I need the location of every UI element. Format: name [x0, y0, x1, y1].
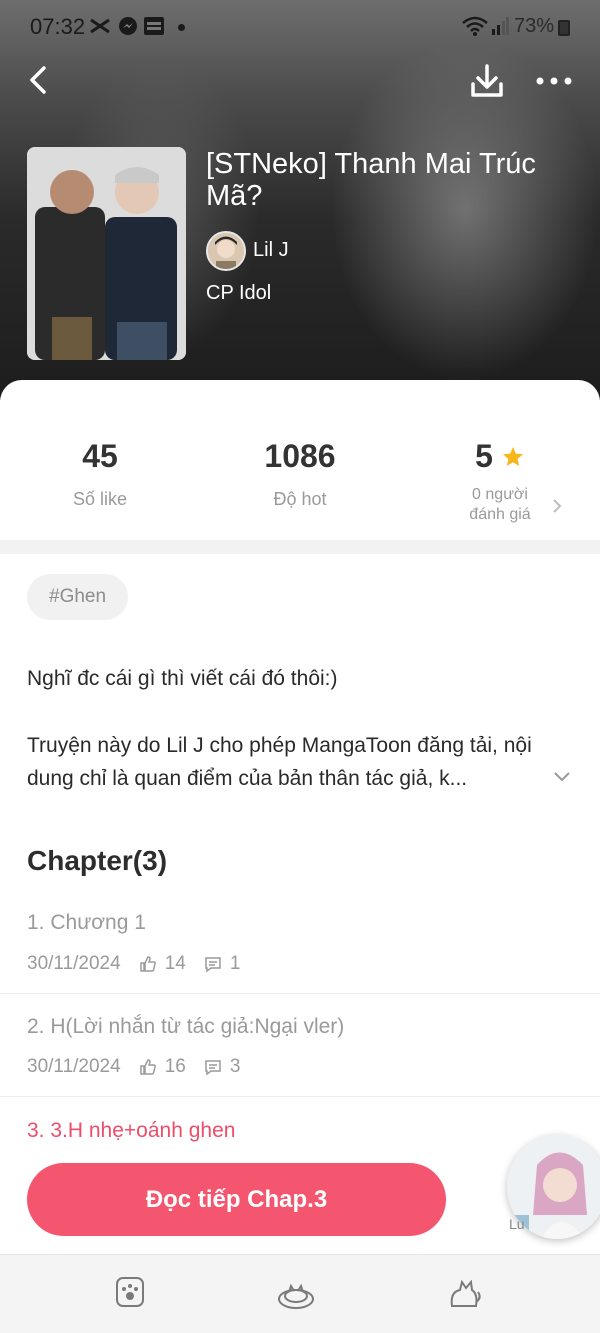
thumbs-up-icon [139, 1059, 156, 1075]
hot-value: 1086 [264, 438, 336, 474]
chapter-2-likes: 16 [164, 1056, 186, 1077]
cat-bed-icon[interactable] [276, 1272, 316, 1312]
author-name[interactable]: Lil J [253, 239, 289, 262]
hot-label: Độ hot [273, 489, 327, 509]
stat-likes: 45 Số like [0, 438, 200, 510]
chapter-header: Chapter(3) [27, 845, 168, 876]
likes-label: Số like [72, 489, 128, 509]
description-line-1: Nghĩ đc cái gì thì viết cái đó thôi:) [27, 667, 338, 690]
tag-chip[interactable]: #Ghen [27, 574, 129, 620]
chapter-1-date: 30/11/2024 [27, 953, 121, 974]
author-avatar[interactable] [206, 231, 246, 271]
capcut-icon [88, 16, 112, 36]
play-games-icon [143, 16, 165, 36]
chapter-1-title[interactable]: 1. Chương 1 [27, 911, 146, 935]
description-line-2: Truyện này do Lil J cho phép MangaToon đ… [27, 734, 532, 790]
rating-value: 5 [475, 438, 493, 474]
messenger-icon [117, 16, 139, 36]
chapter-2-date: 30/11/2024 [27, 1056, 121, 1077]
back-button[interactable] [22, 60, 62, 100]
thumbs-up-icon [139, 956, 156, 972]
notification-dot [178, 24, 185, 31]
chapter-2-title[interactable]: 2. H(Lời nhắn từ tác giả:Ngại vler) [27, 1015, 344, 1039]
cover-illustration [27, 147, 186, 360]
comment-icon [205, 957, 221, 973]
chapter-3-title[interactable]: 3. 3.H nhẹ+oánh ghen [27, 1119, 235, 1143]
expand-chevron-down-icon[interactable] [552, 770, 572, 784]
more-options-button[interactable] [532, 66, 576, 96]
cat-icon[interactable] [444, 1272, 484, 1312]
floating-avatar-label: Lu [509, 1216, 525, 1232]
continue-reading-button[interactable]: Đọc tiếp Chap.3 [27, 1163, 446, 1236]
likes-value: 45 [82, 438, 118, 474]
chapter-2-comments: 3 [229, 1056, 241, 1077]
chapter-1-meta: 30/11/2024 14 1 [27, 953, 240, 975]
book-category[interactable]: CP Idol [206, 282, 271, 305]
book-description[interactable]: Nghĩ đc cái gì thì viết cái đó thôi:) Tr… [27, 662, 577, 795]
chapter-divider [0, 993, 600, 994]
rating-count-label: 0 người [472, 486, 528, 503]
chapter-2-meta: 30/11/2024 16 3 [27, 1056, 240, 1078]
download-icon [471, 64, 503, 97]
chapter-1-likes: 14 [164, 953, 186, 974]
rating-chevron-right-icon[interactable] [550, 498, 564, 514]
battery-icon [558, 20, 570, 36]
stat-rating[interactable]: 5 0 người đánh giá [400, 438, 600, 525]
paw-icon[interactable] [110, 1272, 150, 1312]
star-icon [502, 446, 523, 466]
wifi-icon [462, 16, 488, 36]
status-bar: 07:32 73% [0, 0, 600, 54]
more-horizontal-icon [536, 77, 572, 85]
chapter-divider [0, 1096, 600, 1097]
signal-icon [490, 16, 510, 36]
status-time: 07:32 [30, 14, 86, 39]
download-button[interactable] [466, 60, 508, 102]
chevron-left-icon [30, 66, 46, 94]
book-cover[interactable] [27, 147, 186, 360]
avatar-illustration [208, 233, 244, 269]
chapter-1-comments: 1 [229, 953, 241, 974]
rating-label: đánh giá [469, 506, 531, 523]
book-title: [STNeko] Thanh Mai Trúc Mã? [206, 148, 536, 212]
stat-hot: 1086 Độ hot [200, 438, 400, 510]
comment-icon [205, 1060, 221, 1076]
battery-percentage: 73% [514, 15, 555, 37]
